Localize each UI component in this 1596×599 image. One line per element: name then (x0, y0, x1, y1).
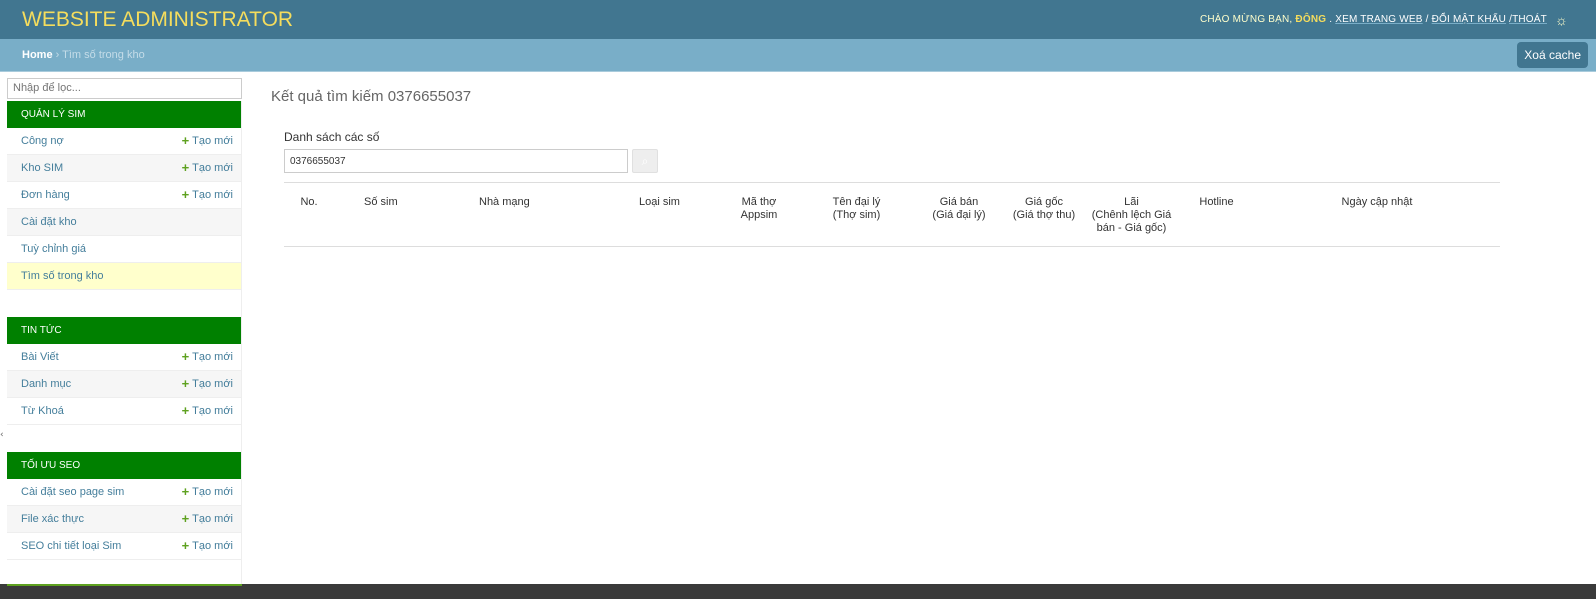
list-label: Danh sách các số (284, 130, 380, 144)
module-header[interactable]: QUẢN LÝ SIM (7, 100, 241, 128)
add-button[interactable]: + Tạo mới (182, 160, 233, 175)
username: ĐÔNG (1295, 14, 1327, 25)
column-header-ma-tho[interactable]: Mã thợ Appsim (719, 183, 799, 247)
plus-icon: + (181, 187, 190, 202)
column-header-hotline[interactable]: Hotline (1179, 183, 1254, 247)
add-button[interactable]: + Tạo mới (182, 349, 233, 364)
search-input[interactable] (284, 149, 628, 173)
sidebar-item-cai-dat-kho[interactable]: Cài đặt kho (7, 208, 241, 236)
column-header-loai-sim[interactable]: Loại sim (614, 183, 719, 247)
breadcrumb-separator: › (55, 49, 60, 61)
sidebar-item-label[interactable]: Kho SIM (21, 162, 63, 174)
search-icon: ⌕ (641, 153, 649, 168)
sidebar-item-kho-sim[interactable]: Kho SIM + Tạo mới (7, 154, 241, 182)
sidebar-item-label[interactable]: Tìm số trong kho (21, 270, 104, 282)
sidebar-item-tu-khoa[interactable]: Từ Khoá + Tạo mới (7, 397, 241, 425)
sidebar-item-label[interactable]: Từ Khoá (21, 405, 64, 417)
sidebar: QUẢN LÝ SIM Công nợ +Tạo mới Kho SIM +Tạ… (7, 76, 242, 587)
column-header-ten-dai-ly[interactable]: Tên đại lý (Thợ sim) (799, 183, 914, 247)
sidebar-item-label[interactable]: Công nợ (21, 135, 64, 147)
bottom-bar (0, 584, 1596, 599)
sidebar-item-label[interactable]: SEO chi tiết loại Sim (21, 540, 121, 552)
view-site-link[interactable]: XEM TRANG WEB (1335, 14, 1422, 25)
add-button[interactable]: + Tạo mới (182, 403, 233, 418)
sidebar-toggle-handle[interactable]: ‹ (0, 430, 4, 440)
sidebar-item-label[interactable]: Cài đặt kho (21, 216, 77, 228)
change-password-link[interactable]: ĐỔI MẬT KHẨU (1432, 14, 1506, 25)
welcome-text: CHÀO MỪNG BẠN, (1199, 14, 1293, 25)
sidebar-item-label[interactable]: Đơn hàng (21, 189, 70, 201)
plus-icon: + (181, 403, 190, 418)
add-button[interactable]: + Tạo mới (182, 511, 233, 526)
user-tools: CHÀO MỪNG BẠN, ĐÔNG. XEM TRANG WEB / ĐỔI… (1199, 11, 1568, 28)
module-header[interactable]: TIN TỨC (7, 316, 241, 344)
module-header[interactable]: TỐI ƯU SEO (7, 451, 241, 479)
header: WEBSITE ADMINISTRATOR CHÀO MỪNG BẠN, ĐÔN… (0, 0, 1596, 39)
add-button[interactable]: + Tạo mới (182, 376, 233, 391)
breadcrumb: Home › Tìm số trong kho Xoá cache (0, 39, 1596, 72)
sidebar-item-label[interactable]: Danh mục (21, 378, 71, 390)
search-bar: ⌕ (284, 149, 1501, 173)
breadcrumb-home[interactable]: Home (22, 49, 53, 61)
column-header-ngay-cap-nhat[interactable]: Ngày cập nhật (1254, 183, 1500, 247)
search-button[interactable]: ⌕ (632, 149, 658, 173)
module-sim-management: QUẢN LÝ SIM Công nợ + Tạo mới Kho SIM + Tạ… (7, 100, 242, 317)
column-header-so-sim[interactable]: Số sim (334, 183, 449, 247)
sidebar-item-tim-so-trong-kho[interactable]: Tìm số trong kho (7, 262, 241, 290)
logout-link[interactable]: /THOÁT (1509, 14, 1547, 25)
sidebar-item-don-hang[interactable]: Đơn hàng + Tạo mới (7, 181, 241, 209)
plus-icon: + (181, 538, 190, 553)
plus-icon: + (181, 484, 190, 499)
sidebar-item-danh-muc[interactable]: Danh mục + Tạo mới (7, 370, 241, 398)
plus-icon: + (181, 160, 190, 175)
plus-icon: + (181, 376, 190, 391)
main-content: Kết quả tìm kiếm 0376655037 Danh sách cá… (271, 88, 1501, 247)
sidebar-item-file-xac-thuc[interactable]: File xác thực + Tạo mới (7, 505, 241, 533)
column-header-gia-goc[interactable]: Giá gốc (Giá thợ thu) (1004, 183, 1084, 247)
sidebar-item-cong-no[interactable]: Công nợ + Tạo mới (7, 127, 241, 155)
sidebar-item-bai-viet[interactable]: Bài Viết + Tạo mới (7, 343, 241, 371)
column-header-gia-ban[interactable]: Giá bán (Giá đại lý) (914, 183, 1004, 247)
plus-icon: + (181, 133, 190, 148)
sidebar-item-label[interactable]: Cài đặt seo page sim (21, 486, 124, 498)
site-brand[interactable]: WEBSITE ADMINISTRATOR (22, 8, 293, 32)
sidebar-item-cai-dat-seo-page-sim[interactable]: Cài đặt seo page sim + Tạo mới (7, 478, 241, 506)
sidebar-item-label[interactable]: File xác thực (21, 513, 84, 525)
page-title: Kết quả tìm kiếm 0376655037 (271, 88, 472, 105)
plus-icon: + (181, 349, 190, 364)
add-button[interactable]: + Tạo mới (182, 187, 233, 202)
sidebar-filter-input[interactable] (7, 77, 242, 99)
results-table: No. Số sim Nhà mạng Loại sim Mã thợ Appsi… (284, 182, 1500, 247)
theme-toggle-icon[interactable]: ☼ (1555, 12, 1568, 28)
clear-cache-button[interactable]: Xoá cache (1517, 42, 1588, 68)
sidebar-item-tuy-chinh-gia[interactable]: Tuỳ chỉnh giá (7, 235, 241, 263)
breadcrumb-current: Tìm số trong kho (62, 49, 145, 61)
add-button[interactable]: + Tạo mới (182, 484, 233, 499)
sidebar-item-label[interactable]: Tuỳ chỉnh giá (21, 243, 86, 255)
column-header-no[interactable]: No. (284, 183, 334, 247)
add-button[interactable]: + Tạo mới (182, 133, 233, 148)
plus-icon: + (181, 511, 190, 526)
separator: / (1425, 14, 1429, 25)
sidebar-item-label[interactable]: Bài Viết (21, 351, 59, 363)
module-news: TIN TỨC Bài Viết + Tạo mới Danh mục + Tạo … (7, 316, 242, 452)
module-seo: TỐI ƯU SEO Cài đặt seo page sim + Tạo mới… (7, 451, 242, 587)
column-header-nha-mang[interactable]: Nhà mạng (449, 183, 614, 247)
table-header-row: No. Số sim Nhà mạng Loại sim Mã thợ Appsi… (284, 183, 1500, 247)
add-button[interactable]: + Tạo mới (182, 538, 233, 553)
column-header-lai[interactable]: Lãi (Chênh lệch Giá bán - Giá gốc) (1084, 183, 1179, 247)
sidebar-item-seo-chi-tiet-loai-sim[interactable]: SEO chi tiết loại Sim + Tạo mới (7, 532, 241, 560)
